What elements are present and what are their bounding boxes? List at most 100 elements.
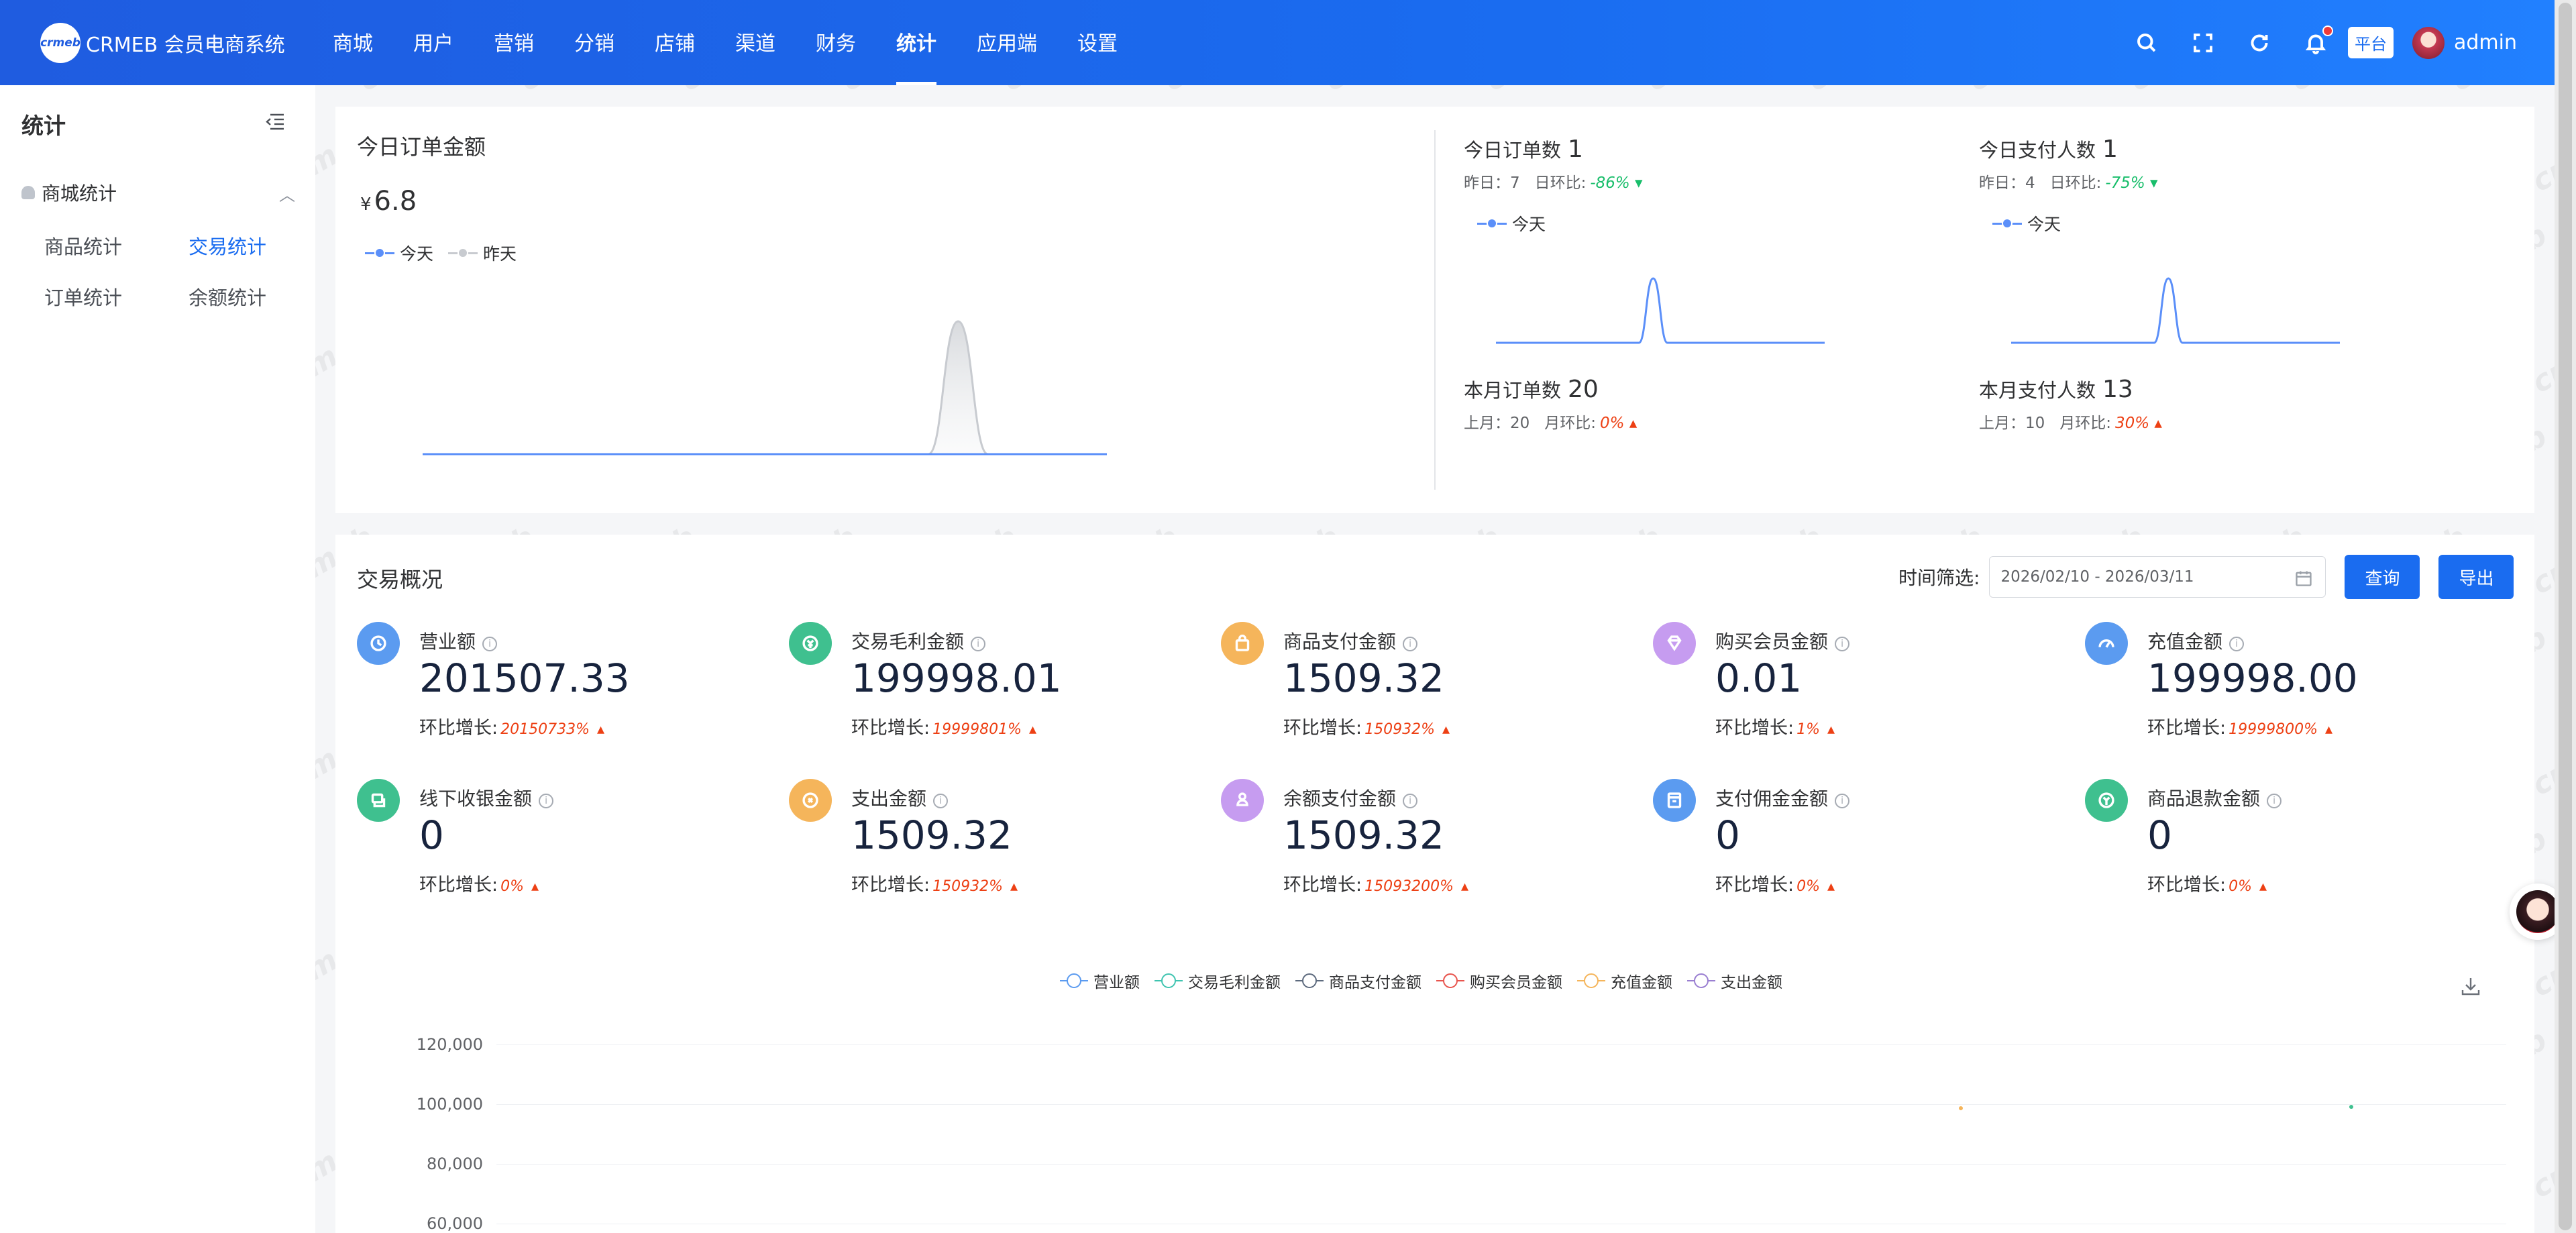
bell-icon[interactable] bbox=[2302, 25, 2333, 56]
user-name[interactable]: admin bbox=[2454, 31, 2517, 54]
metric-name-text: 线下收银金额 bbox=[419, 788, 533, 810]
nav-item-marketing[interactable]: 营销 bbox=[474, 0, 554, 85]
growth-label: 环比增长: bbox=[419, 718, 498, 739]
month-payers-stat: 本月支付人数 13 上月：10 月环比: 30% ▴ bbox=[1979, 375, 2162, 433]
sidebar-item-trade-stats[interactable]: 交易统计 bbox=[189, 231, 266, 260]
fullscreen-icon[interactable] bbox=[2190, 30, 2216, 56]
metric-name: 交易毛利金额 i bbox=[851, 627, 986, 654]
query-button[interactable]: 查询 bbox=[2345, 555, 2420, 599]
info-icon[interactable]: i bbox=[2267, 794, 2282, 808]
export-button[interactable]: 导出 bbox=[2438, 555, 2514, 599]
trend-chart-legend: 营业额 交易毛利金额 商品支付金额 购买会员金额 充值金额 支出金额 bbox=[1060, 969, 1797, 992]
metric-name-text: 交易毛利金额 bbox=[851, 631, 965, 653]
info-icon[interactable]: i bbox=[2229, 637, 2245, 651]
day-ratio-label: 日环比: bbox=[2049, 174, 2102, 192]
nav-item-finance[interactable]: 财务 bbox=[796, 0, 876, 85]
date-range-input[interactable]: 2026/02/10 - 2026/03/11 bbox=[1989, 556, 2326, 598]
trend-legend-item[interactable]: 购买会员金额 bbox=[1436, 969, 1562, 992]
grid-line bbox=[496, 1044, 2506, 1045]
last-month-payers: 上月：10 bbox=[1979, 415, 2045, 432]
y-axis-tick: 80,000 bbox=[427, 1155, 483, 1173]
trend-up-icon: ▴ bbox=[1438, 721, 1450, 738]
today-orders-legend[interactable]: 今天 bbox=[1477, 211, 1546, 235]
refund-icon bbox=[2085, 779, 2128, 822]
metric-card: 支付佣金金额 i 0 环比增长: 0% ▴ bbox=[1631, 779, 2034, 913]
platform-badge[interactable]: 平台 bbox=[2348, 27, 2394, 58]
nav-item-mall[interactable]: 商城 bbox=[313, 0, 393, 85]
growth-label: 环比增长: bbox=[2147, 875, 2226, 896]
nav-item-users[interactable]: 用户 bbox=[393, 0, 474, 85]
trend-legend-item[interactable]: 营业额 bbox=[1060, 969, 1140, 992]
nav-item-distribution[interactable]: 分销 bbox=[554, 0, 635, 85]
info-icon[interactable]: i bbox=[1403, 794, 1418, 808]
metric-growth: 环比增长: 0% ▴ bbox=[1715, 870, 1835, 896]
download-icon[interactable] bbox=[2459, 975, 2482, 998]
trend-up-icon: ▴ bbox=[2255, 878, 2267, 895]
month-payers-value: 13 bbox=[2102, 376, 2133, 403]
yesterday-orders: 昨日：7 bbox=[1464, 174, 1520, 192]
month-orders-label: 本月订单数 bbox=[1464, 379, 1562, 402]
today-payers-legend[interactable]: 今天 bbox=[1992, 211, 2061, 235]
info-icon[interactable]: i bbox=[482, 637, 498, 651]
trend-legend-item[interactable]: 商品支付金额 bbox=[1295, 969, 1421, 992]
legend-yesterday-marker bbox=[448, 248, 478, 258]
info-icon[interactable]: i bbox=[933, 794, 949, 808]
nav-item-statistics[interactable]: 统计 bbox=[876, 0, 957, 85]
nav-item-app[interactable]: 应用端 bbox=[957, 0, 1057, 85]
refresh-icon[interactable] bbox=[2246, 30, 2273, 56]
growth-value: 15093200% bbox=[1364, 878, 1454, 895]
metric-value: 1509.32 bbox=[1283, 812, 1444, 858]
growth-value: 0% bbox=[2229, 878, 2253, 895]
app-logo[interactable]: crmeb CRMEB 会员电商系统 bbox=[40, 23, 285, 63]
money-icon bbox=[789, 622, 832, 665]
legend-yesterday[interactable]: 昨天 bbox=[448, 241, 517, 265]
scrollbar-thumb[interactable] bbox=[2559, 3, 2572, 1230]
sidebar-item-product-stats[interactable]: 商品统计 bbox=[44, 231, 122, 260]
info-icon[interactable]: i bbox=[1835, 637, 1850, 651]
info-icon[interactable]: i bbox=[1835, 794, 1850, 808]
nav-item-settings[interactable]: 设置 bbox=[1057, 0, 1138, 85]
growth-label: 环比增长: bbox=[851, 718, 930, 739]
info-icon[interactable]: i bbox=[1403, 637, 1418, 651]
legend-label: 营业额 bbox=[1093, 974, 1140, 991]
yesterday-area bbox=[423, 321, 1107, 454]
nav-item-store[interactable]: 店铺 bbox=[635, 0, 715, 85]
sidebar-item-balance-stats[interactable]: 余额统计 bbox=[189, 282, 266, 311]
notification-badge bbox=[2322, 25, 2333, 36]
page-scrollbar[interactable] bbox=[2555, 0, 2576, 1233]
trend-up-icon: ▴ bbox=[1006, 878, 1018, 895]
trend-legend-item[interactable]: 交易毛利金额 bbox=[1155, 969, 1281, 992]
legend-today[interactable]: 今天 bbox=[365, 241, 433, 265]
month-orders-ratio: 0% bbox=[1599, 415, 1625, 432]
metric-name-text: 充值金额 bbox=[2147, 631, 2223, 653]
overview-title: 交易概况 bbox=[357, 567, 443, 592]
metric-value: 201507.33 bbox=[419, 655, 630, 701]
metric-growth: 环比增长: 1% ▴ bbox=[1715, 713, 1835, 739]
metric-value: 0 bbox=[2147, 812, 2172, 858]
bag-icon bbox=[1221, 622, 1264, 665]
sidebar-item-order-stats[interactable]: 订单统计 bbox=[44, 282, 122, 311]
trend-up-icon: ▴ bbox=[1823, 721, 1835, 738]
growth-value: 19999800% bbox=[2229, 721, 2318, 738]
metric-name: 支出金额 i bbox=[851, 784, 949, 811]
menu-collapse-icon[interactable] bbox=[264, 111, 286, 132]
search-icon[interactable] bbox=[2133, 30, 2160, 56]
metric-value: 1509.32 bbox=[1283, 655, 1444, 701]
metric-name-text: 商品退款金额 bbox=[2147, 788, 2261, 810]
trend-legend-item[interactable]: 充值金额 bbox=[1577, 969, 1672, 992]
sidebar-group-mall-stats[interactable]: 商城统计 ︿ bbox=[21, 179, 295, 206]
trend-up-icon: ▴ bbox=[1624, 415, 1638, 432]
info-icon[interactable]: i bbox=[539, 794, 554, 808]
today-amount: ¥6.8 bbox=[360, 186, 417, 217]
data-point bbox=[2349, 1105, 2353, 1109]
cashier-icon bbox=[357, 779, 400, 822]
legend-marker bbox=[1992, 218, 2022, 229]
avatar[interactable] bbox=[2412, 26, 2445, 59]
nav-item-channel[interactable]: 渠道 bbox=[715, 0, 796, 85]
sparkline-series bbox=[2011, 277, 2340, 344]
metric-value: 1509.32 bbox=[851, 812, 1012, 858]
legend-today-marker bbox=[365, 248, 394, 258]
trend-legend-item[interactable]: 支出金额 bbox=[1687, 969, 1782, 992]
trend-up-icon: ▴ bbox=[592, 721, 605, 738]
info-icon[interactable]: i bbox=[971, 637, 986, 651]
